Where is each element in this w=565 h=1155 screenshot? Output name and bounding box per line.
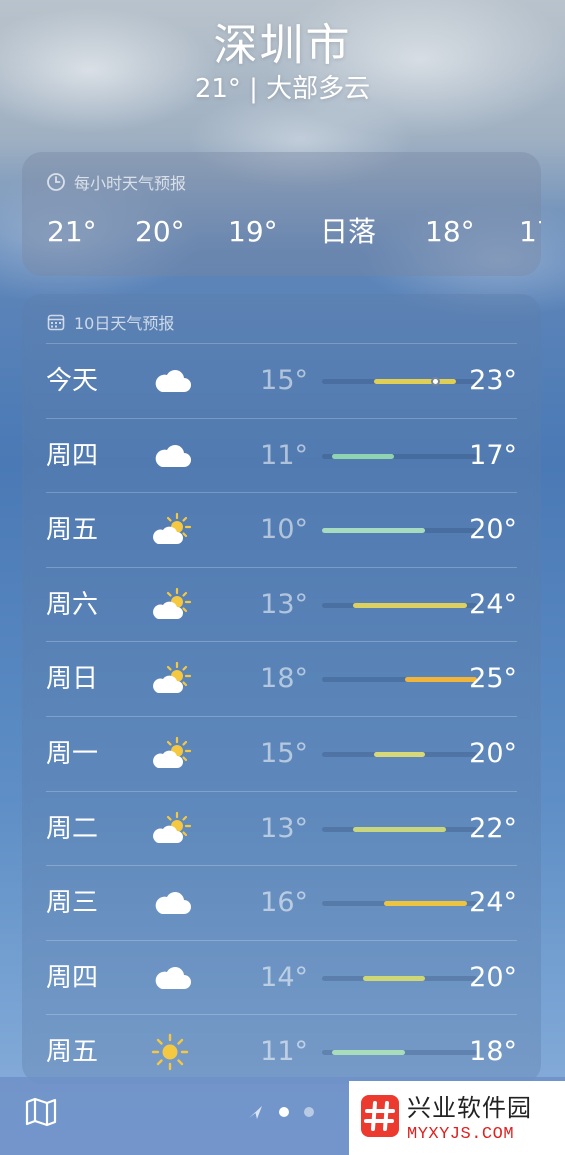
day-row[interactable]: 周五 11° 18° <box>46 1015 517 1084</box>
calendar-icon <box>47 314 65 331</box>
hourly-scroll-row[interactable]: 21° 20° 19° 日落 18° 17° <box>22 212 541 252</box>
hour-item: 20° <box>135 215 185 248</box>
clock-icon <box>47 173 65 191</box>
partly-sunny-icon <box>150 660 194 698</box>
day-low-temp: 11° <box>260 1036 308 1068</box>
day-low-temp: 11° <box>260 439 308 471</box>
temperature-range-fill <box>363 975 426 981</box>
day-high-temp: 20° <box>469 961 517 993</box>
day-row[interactable]: 周二 13° 22° <box>46 792 517 867</box>
temperature-range-fill <box>332 453 395 459</box>
day-high-temp: 20° <box>469 514 517 546</box>
hashtag-logo-icon <box>361 1095 399 1137</box>
cloud-icon <box>150 959 194 997</box>
day-low-temp: 13° <box>260 588 308 620</box>
day-low-temp: 15° <box>260 737 308 769</box>
day-low-temp: 15° <box>260 365 308 396</box>
day-name: 周日 <box>46 664 99 695</box>
ten-day-forecast-title: 10日天气预报 <box>46 312 175 333</box>
day-row[interactable]: 周三 16° 24° <box>46 866 517 941</box>
hour-item: 21° <box>47 215 97 248</box>
hour-item: 17° <box>519 215 541 248</box>
hour-item-sunset: 日落 <box>320 215 377 248</box>
day-high-temp: 24° <box>469 588 517 620</box>
day-name: 周二 <box>46 813 99 844</box>
ten-day-title-text: 10日天气预报 <box>74 314 175 333</box>
current-temperature-dot <box>431 377 441 386</box>
sun-icon <box>150 1033 194 1071</box>
current-condition: 21° | 大部多云 <box>194 74 371 104</box>
day-name: 今天 <box>46 366 99 396</box>
day-row[interactable]: 周日 18° 25° <box>46 642 517 717</box>
day-name: 周四 <box>46 440 99 471</box>
day-list: 今天 15° 23° 周四 11° 17° 周五 10° 20° 周六 13° 24° 周日 18° 25°… <box>22 344 541 1084</box>
day-row[interactable]: 周四 14° 20° <box>46 941 517 1016</box>
partly-sunny-icon <box>150 810 194 848</box>
day-high-temp: 20° <box>469 737 517 769</box>
day-high-temp: 18° <box>469 1036 517 1068</box>
location-header: 深圳市 21° | 大部多云 <box>0 18 565 106</box>
hourly-forecast-title: 每小时天气预报 <box>46 172 187 193</box>
partly-sunny-icon <box>150 586 194 624</box>
day-row[interactable]: 周一 15° 20° <box>46 717 517 792</box>
temperature-range-fill <box>373 751 426 757</box>
day-low-temp: 18° <box>260 663 308 695</box>
partly-sunny-icon <box>150 735 194 773</box>
partly-sunny-icon <box>150 511 194 549</box>
watermark-url: MYXYJS.COM <box>407 1125 515 1144</box>
day-name: 周四 <box>46 962 99 993</box>
cloud-icon <box>150 437 194 475</box>
hourly-title-text: 每小时天气预报 <box>74 174 187 193</box>
day-high-temp: 17° <box>469 439 517 471</box>
temperature-range-fill <box>353 826 446 832</box>
city-name: 深圳市 <box>213 20 352 71</box>
day-high-temp: 25° <box>469 663 517 695</box>
day-high-temp: 22° <box>469 812 517 844</box>
hourly-forecast-card[interactable]: 每小时天气预报 21° 20° 19° 日落 18° 17° <box>22 152 541 276</box>
temperature-range-fill <box>332 1050 405 1056</box>
temperature-range-fill <box>353 602 467 608</box>
day-low-temp: 10° <box>260 514 308 546</box>
hour-item: 19° <box>228 215 278 248</box>
hour-item: 18° <box>425 215 475 248</box>
day-name: 周五 <box>46 1037 99 1068</box>
location-arrow-icon <box>249 1106 262 1119</box>
watermark-title: 兴业软件园 <box>407 1094 532 1122</box>
day-low-temp: 13° <box>260 812 308 844</box>
cloud-icon <box>150 884 194 922</box>
day-high-temp: 24° <box>469 887 517 919</box>
day-name: 周五 <box>46 515 99 546</box>
ten-day-forecast-card[interactable]: 10日天气预报 今天 15° 23° 周四 11° 17° 周五 10° 20° 周六 13° 24°… <box>22 294 541 1084</box>
day-high-temp: 23° <box>469 365 517 396</box>
temperature-range-fill <box>373 379 457 384</box>
day-low-temp: 16° <box>260 887 308 919</box>
day-name: 周三 <box>46 888 99 919</box>
page-indicator[interactable] <box>246 1102 326 1122</box>
day-low-temp: 14° <box>260 961 308 993</box>
watermark-logo: 兴业软件园 MYXYJS.COM <box>349 1081 565 1155</box>
day-row[interactable]: 周五 10° 20° <box>46 493 517 568</box>
map-icon[interactable] <box>24 1095 58 1129</box>
cloud-icon <box>150 362 194 400</box>
day-row[interactable]: 今天 15° 23° <box>46 344 517 419</box>
day-row[interactable]: 周六 13° 24° <box>46 568 517 643</box>
temperature-range-fill <box>322 528 426 534</box>
page-dot-active <box>279 1107 289 1117</box>
day-row[interactable]: 周四 11° 17° <box>46 419 517 494</box>
page-dot <box>304 1107 314 1117</box>
day-name: 周一 <box>46 738 99 769</box>
day-name: 周六 <box>46 589 99 620</box>
